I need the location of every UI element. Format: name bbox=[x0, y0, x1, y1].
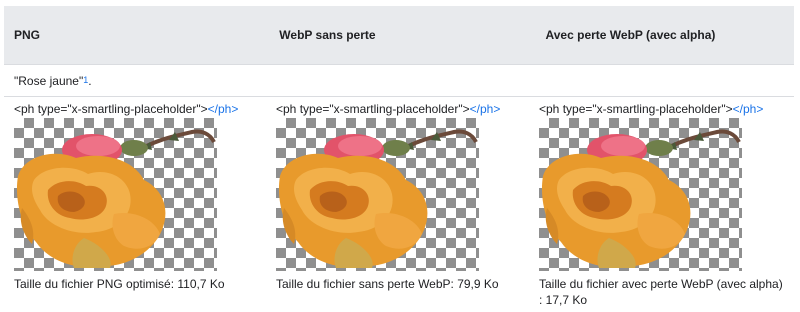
rose-image bbox=[539, 118, 742, 271]
caption-suffix: . bbox=[88, 73, 92, 88]
rose-image bbox=[14, 118, 217, 271]
file-size-text: Taille du fichier PNG optimisé: 110,7 Ko bbox=[14, 277, 225, 291]
comparison-table: PNG WebP sans perte Avec perte WebP (ave… bbox=[4, 6, 794, 307]
rose-image bbox=[276, 118, 479, 271]
placeholder-tag: <ph type="x-smartling-placeholder"></ph> bbox=[276, 101, 531, 117]
placeholder-open: <ph type="x-smartling-placeholder"> bbox=[14, 102, 208, 116]
placeholder-close: </ph> bbox=[207, 102, 239, 116]
cell-webp-lossy: <ph type="x-smartling-placeholder"></ph>… bbox=[539, 97, 794, 308]
table-header: PNG WebP sans perte Avec perte WebP (ave… bbox=[4, 6, 794, 65]
placeholder-open: <ph type="x-smartling-placeholder"> bbox=[539, 102, 733, 116]
file-size-text: Taille du fichier avec perte WebP (avec … bbox=[539, 277, 783, 307]
header-webp-lossless: WebP sans perte bbox=[279, 28, 376, 42]
caption-text: "Rose jaune" bbox=[14, 73, 84, 88]
placeholder-close: </ph> bbox=[732, 102, 764, 116]
header-png: PNG bbox=[14, 28, 41, 42]
placeholder-tag: <ph type="x-smartling-placeholder"></ph> bbox=[14, 101, 269, 117]
cell-png: <ph type="x-smartling-placeholder"></ph>… bbox=[14, 97, 269, 292]
caption-row: "Rose jaune" 1 . bbox=[4, 65, 794, 97]
file-size-text: Taille du fichier sans perte WebP: 79,9 … bbox=[276, 277, 499, 291]
placeholder-open: <ph type="x-smartling-placeholder"> bbox=[276, 102, 470, 116]
images-row: <ph type="x-smartling-placeholder"></ph>… bbox=[4, 97, 794, 307]
cell-webp-lossless: <ph type="x-smartling-placeholder"></ph>… bbox=[276, 97, 531, 292]
placeholder-tag: <ph type="x-smartling-placeholder"></ph> bbox=[539, 101, 794, 117]
placeholder-close: </ph> bbox=[469, 102, 501, 116]
header-webp-lossy-alpha: Avec perte WebP (avec alpha) bbox=[545, 28, 716, 42]
